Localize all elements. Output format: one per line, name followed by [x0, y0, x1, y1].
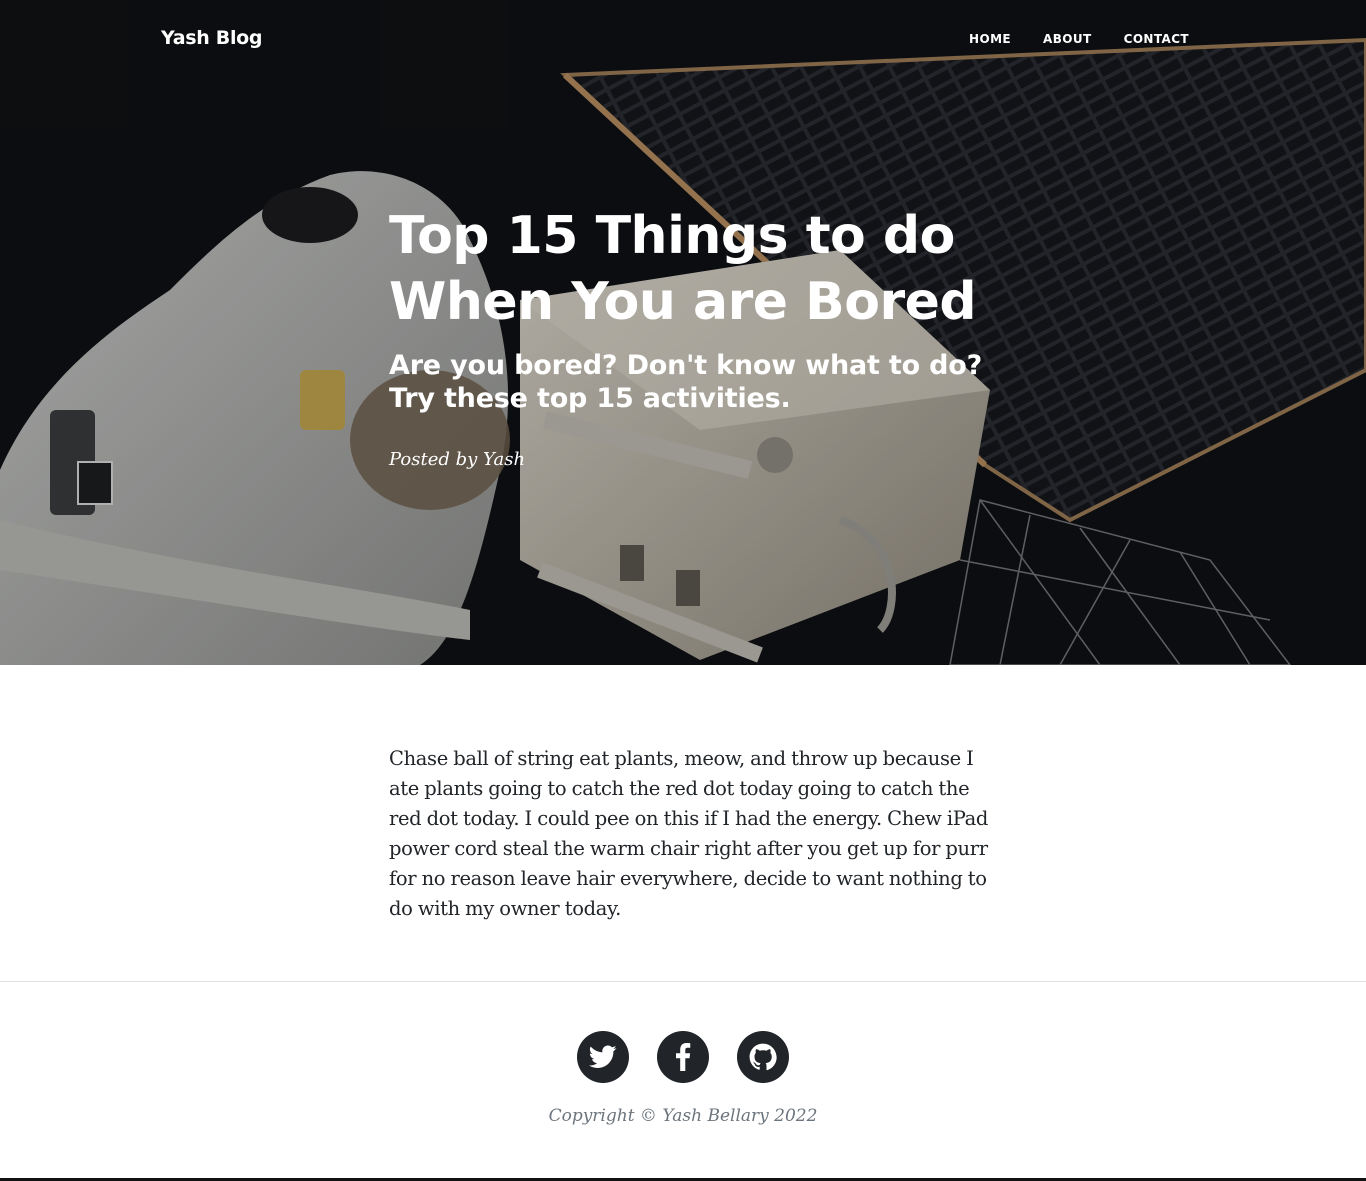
post-title: Top 15 Things to do When You are Bored — [389, 206, 977, 332]
article-paragraph: Chase ball of string eat plants, meow, a… — [389, 747, 989, 920]
hero-header: Yash Blog HOME ABOUT CONTACT Top 15 Thin… — [0, 0, 1366, 665]
twitter-button[interactable] — [577, 1031, 629, 1083]
post-subtitle: Are you bored? Don't know what to do? Tr… — [389, 350, 983, 414]
navbar: Yash Blog HOME ABOUT CONTACT — [0, 0, 1366, 82]
github-icon — [749, 1043, 777, 1071]
github-button[interactable] — [737, 1031, 789, 1083]
social-links — [577, 1031, 789, 1083]
post-heading: Top 15 Things to do When You are Bored A… — [389, 203, 989, 470]
facebook-icon — [676, 1043, 691, 1071]
footer-divider — [0, 981, 1366, 982]
brand-link[interactable]: Yash Blog — [161, 27, 263, 49]
article-body: Chase ball of string eat plants, meow, a… — [389, 744, 989, 924]
twitter-icon — [589, 1045, 617, 1068]
post-meta: Posted by Yash — [389, 449, 526, 470]
nav-links: HOME ABOUT CONTACT — [969, 32, 1189, 46]
copyright-text: Copyright © Yash Bellary 2022 — [548, 1106, 818, 1126]
nav-link-contact[interactable]: CONTACT — [1124, 32, 1189, 46]
nav-link-home[interactable]: HOME — [969, 32, 1011, 46]
nav-link-about[interactable]: ABOUT — [1043, 32, 1092, 46]
facebook-button[interactable] — [657, 1031, 709, 1083]
